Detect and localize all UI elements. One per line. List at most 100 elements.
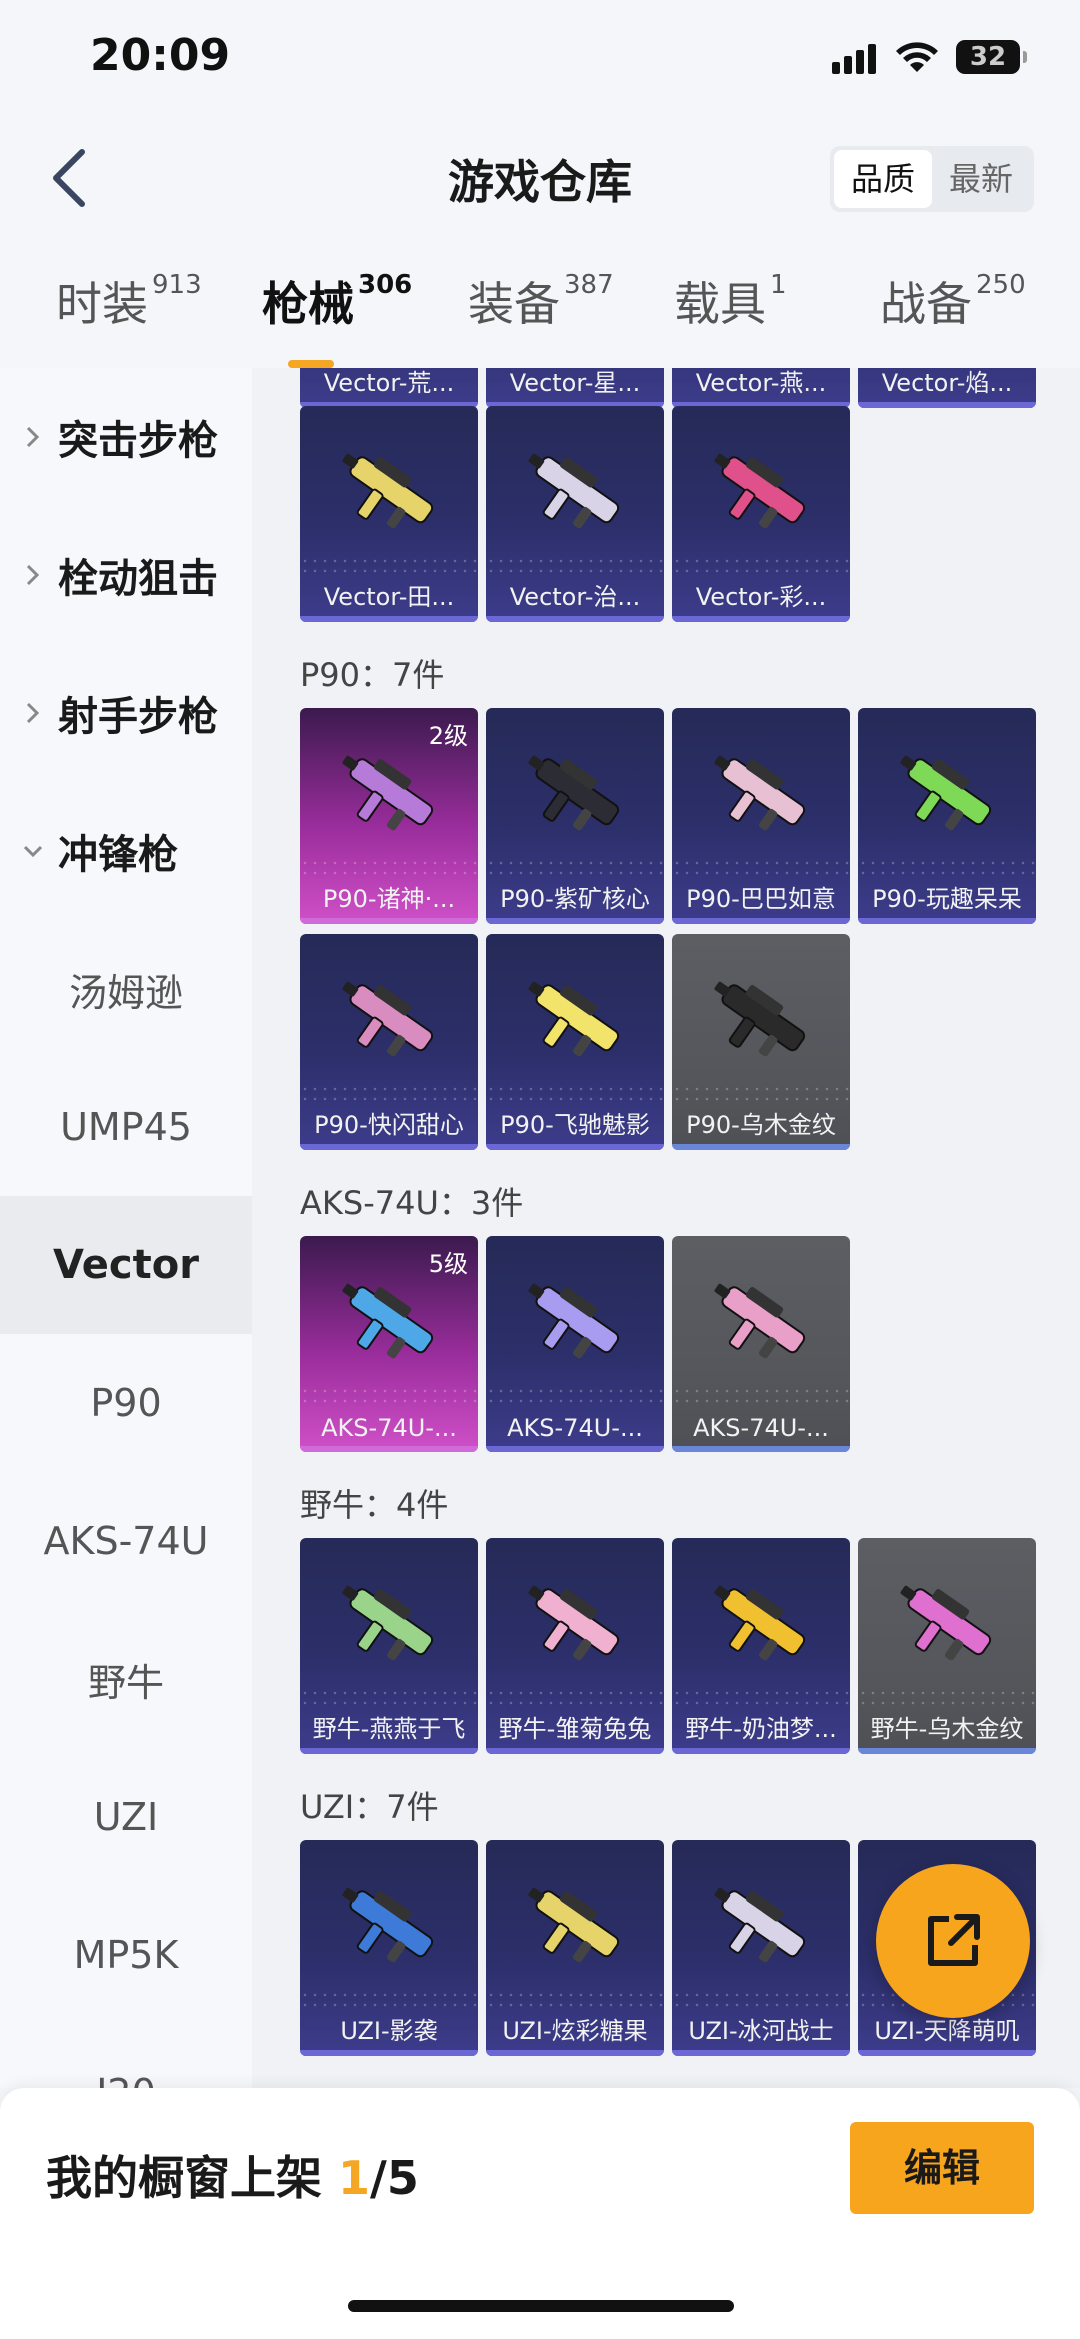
sort-toggle: 品质 最新 (830, 146, 1034, 212)
tab-vehicles[interactable]: 载具 1 (674, 268, 787, 334)
weapon-image-icon (528, 981, 620, 1057)
weapon-image-icon (714, 1283, 806, 1359)
weapon-skin-card[interactable]: 5级 AKS-74U-... (300, 1236, 478, 1452)
weapon-skin-card[interactable]: 野牛-燕燕于飞 (300, 1538, 478, 1754)
chevron-down-icon (24, 845, 42, 858)
card-rarity-bar (858, 918, 1036, 924)
weapon-skin-card[interactable]: 野牛-乌木金纹 (858, 1538, 1036, 1754)
weapon-skin-card[interactable]: AKS-74U-... (672, 1236, 850, 1452)
showcase-label-text: 我的橱窗上架 (46, 2151, 339, 2205)
card-name: P90-诸神·... (322, 885, 456, 913)
chevron-right-icon (26, 702, 40, 724)
tab-label: 时装 (56, 277, 148, 331)
weapon-skin-card[interactable]: P90-快闪甜心 (300, 934, 478, 1150)
weapon-skin-card[interactable]: Vector-田... (300, 406, 478, 622)
sidebar-item-aks74u[interactable]: AKS-74U (0, 1472, 252, 1610)
weapon-image-icon (714, 453, 806, 529)
battery-icon: 32 (956, 40, 1027, 74)
sidebar-item-label: 突击步枪 (58, 418, 218, 464)
sidebar-item-marksman-rifle[interactable]: 射手步枪 (0, 644, 252, 782)
sidebar-item-p90[interactable]: P90 (0, 1334, 252, 1472)
edit-button[interactable]: 编辑 (850, 2122, 1034, 2214)
section-title: UZI：7件 (300, 1788, 439, 1826)
weapon-skin-card[interactable]: P90-玩趣呆呆 (858, 708, 1036, 924)
tab-equipment[interactable]: 装备 387 (468, 268, 614, 334)
card-name: 野牛-乌木金纹 (870, 1715, 1024, 1743)
card-pattern (486, 858, 664, 876)
card-rarity-bar (672, 1144, 850, 1150)
weapon-skin-card[interactable]: UZI-冰河战士 (672, 1840, 850, 2056)
weapon-skin-card[interactable]: P90-巴巴如意 (672, 708, 850, 924)
weapon-skin-card[interactable]: Vector-星... (486, 368, 664, 408)
section-title: AKS-74U：3件 (300, 1184, 524, 1222)
card-rarity-bar (486, 918, 664, 924)
card-rarity-bar (300, 2050, 478, 2056)
share-button[interactable] (876, 1864, 1030, 2018)
card-rarity-bar (672, 1446, 850, 1452)
sidebar-item-vector[interactable]: Vector (0, 1196, 252, 1334)
card-pattern (300, 1084, 478, 1102)
weapon-skin-card[interactable]: Vector-焰... (858, 368, 1036, 408)
card-rarity-bar (486, 2050, 664, 2056)
weapon-skin-card[interactable]: UZI-炫彩糖果 (486, 1840, 664, 2056)
weapon-skin-card[interactable]: Vector-治... (486, 406, 664, 622)
weapon-skin-card[interactable]: Vector-彩... (672, 406, 850, 622)
card-pattern (858, 858, 1036, 876)
sidebar-item-thompson[interactable]: 汤姆逊 (0, 920, 252, 1058)
sidebar-item-bizon[interactable]: 野牛 (0, 1610, 252, 1748)
card-rarity-bar (300, 918, 478, 924)
home-indicator (348, 2300, 734, 2312)
chevron-right-icon (26, 426, 40, 448)
tab-fashion[interactable]: 时装 913 (56, 268, 202, 334)
card-rarity-bar (300, 1446, 478, 1452)
weapon-skin-card[interactable]: P90-紫矿核心 (486, 708, 664, 924)
weapon-skin-card[interactable]: 野牛-雏菊兔兔 (486, 1538, 664, 1754)
tab-count: 913 (152, 270, 202, 300)
card-rarity-bar (858, 402, 1036, 408)
sidebar-item-ump45[interactable]: UMP45 (0, 1058, 252, 1196)
weapon-skin-card[interactable]: Vector-燕... (672, 368, 850, 408)
card-rarity-bar (300, 616, 478, 622)
weapon-skin-card[interactable]: Vector-荒... (300, 368, 478, 408)
weapon-skin-card[interactable]: AKS-74U-... (486, 1236, 664, 1452)
tab-label: 枪械 (262, 277, 354, 331)
card-pattern (672, 858, 850, 876)
card-pattern (300, 858, 478, 876)
weapon-image-icon (714, 755, 806, 831)
card-name: Vector-焰... (881, 369, 1013, 397)
sort-quality-button[interactable]: 品质 (834, 150, 932, 208)
card-pattern (672, 1084, 850, 1102)
card-name: Vector-彩... (695, 583, 827, 611)
weapon-image-icon (714, 1585, 806, 1661)
weapon-skin-card[interactable]: UZI-影袭 (300, 1840, 478, 2056)
app-header: 游戏仓库 品质 最新 (0, 118, 1080, 238)
sidebar-item-mp5k[interactable]: MP5K (0, 1886, 252, 2024)
weapon-image-icon (342, 453, 434, 529)
card-rarity-bar (858, 1748, 1036, 1754)
tab-firearms[interactable]: 枪械 306 (262, 268, 412, 368)
sidebar-item-smg[interactable]: 冲锋枪 (0, 782, 252, 920)
card-pattern (300, 556, 478, 574)
card-name: AKS-74U-... (321, 1414, 457, 1442)
card-rarity-bar (672, 1748, 850, 1754)
card-name: P90-紫矿核心 (500, 885, 650, 913)
weapon-skin-card[interactable]: P90-飞驰魅影 (486, 934, 664, 1150)
sidebar-item-label: 冲锋枪 (58, 832, 178, 878)
weapon-image-icon (342, 981, 434, 1057)
weapon-image-icon (714, 1887, 806, 1963)
sidebar-item-j20[interactable]: J20 (0, 2024, 252, 2088)
card-pattern (300, 1688, 478, 1706)
tab-label: 装备 (468, 277, 560, 331)
sidebar-item-bolt-sniper[interactable]: 栓动狙击 (0, 506, 252, 644)
cellular-signal-icon (832, 44, 876, 74)
card-rarity-bar (300, 1748, 478, 1754)
sidebar-item-uzi[interactable]: UZI (0, 1748, 252, 1886)
sort-newest-button[interactable]: 最新 (932, 150, 1030, 208)
weapon-image-icon (528, 1887, 620, 1963)
sidebar-item-assault-rifle[interactable]: 突击步枪 (0, 368, 252, 506)
weapon-skin-card[interactable]: 2级 P90-诸神·... (300, 708, 478, 924)
card-name: UZI-冰河战士 (688, 2017, 834, 2045)
tab-supplies[interactable]: 战备 250 (880, 268, 1026, 334)
weapon-skin-card[interactable]: 野牛-奶油梦... (672, 1538, 850, 1754)
weapon-skin-card[interactable]: P90-乌木金纹 (672, 934, 850, 1150)
